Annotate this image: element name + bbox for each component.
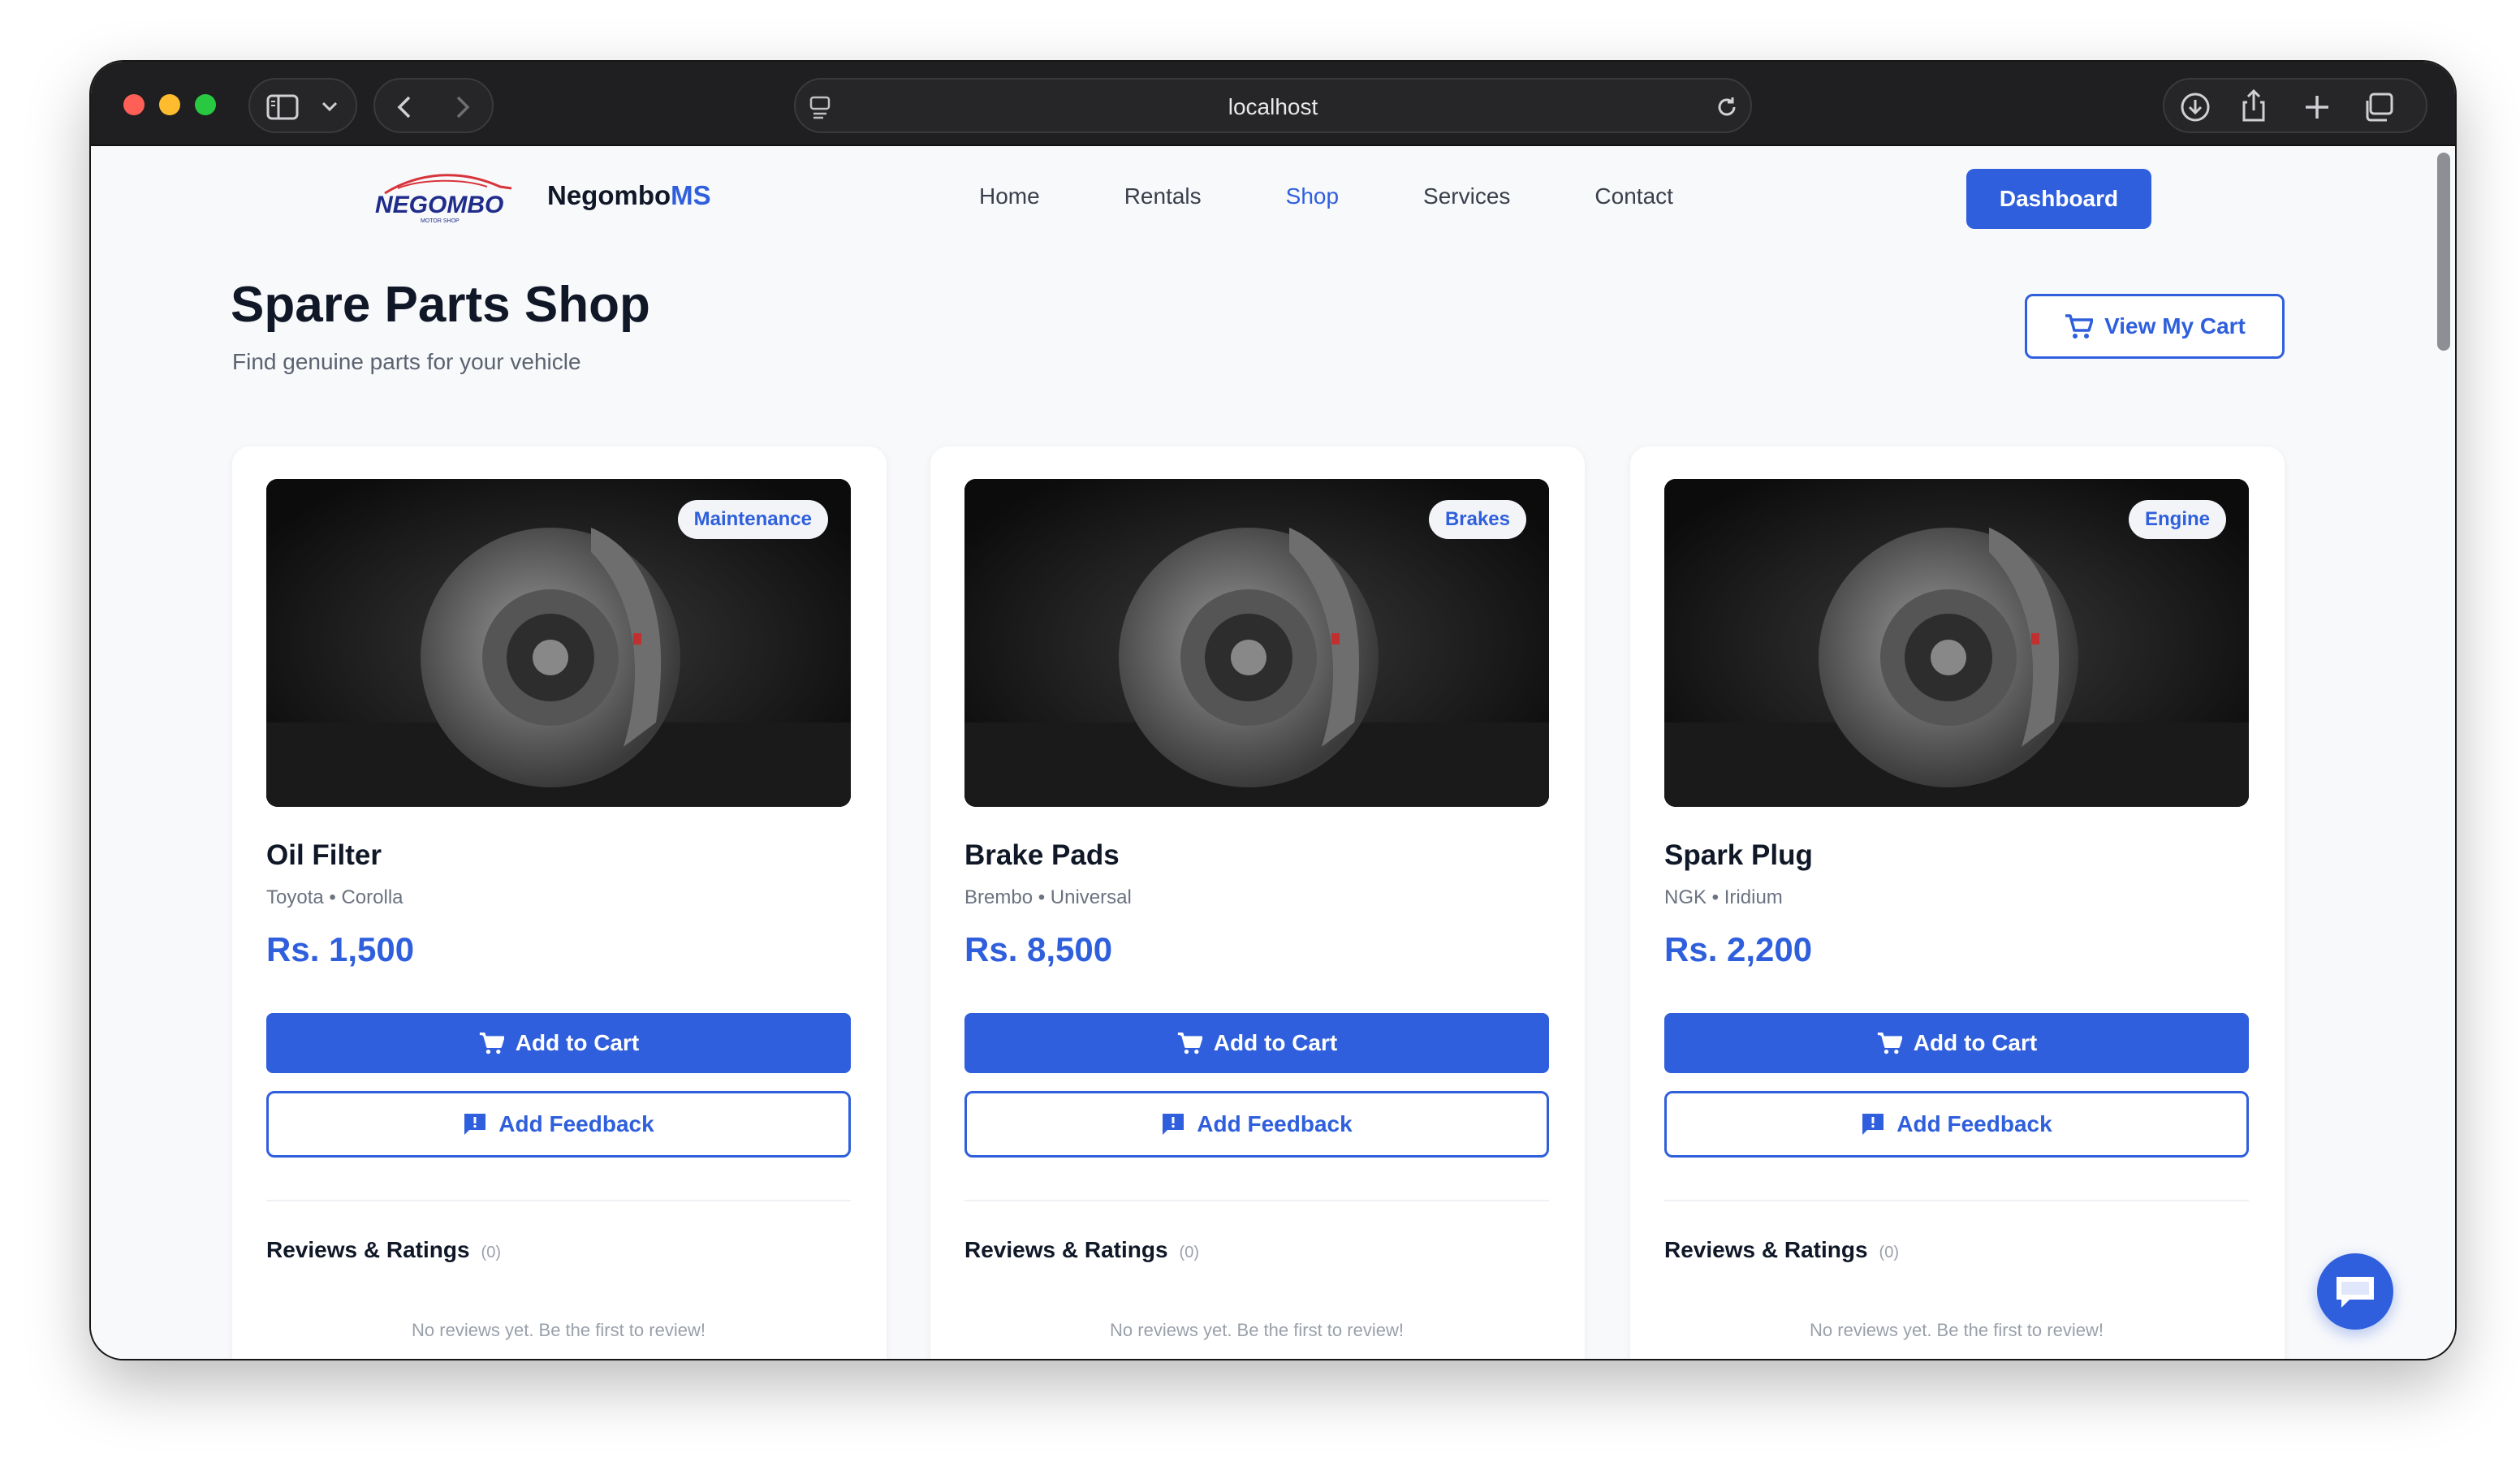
card-divider	[1664, 1200, 2249, 1201]
cart-icon	[2065, 314, 2094, 338]
address-bar[interactable]: localhost	[794, 78, 1752, 133]
reviews-title: Reviews & Ratings	[1664, 1237, 1868, 1262]
brand-name[interactable]: NegomboMS	[547, 180, 711, 211]
add-to-cart-label: Add to Cart	[515, 1030, 640, 1055]
reviews-count: (0)	[481, 1244, 501, 1261]
nav-contact[interactable]: Contact	[1594, 183, 1673, 209]
add-feedback-label: Add Feedback	[498, 1111, 654, 1136]
add-feedback-button[interactable]: Add Feedback	[964, 1091, 1549, 1158]
forward-arrow-icon[interactable]	[451, 94, 474, 120]
product-brand: Toyota	[266, 886, 324, 908]
download-icon[interactable]	[2179, 91, 2211, 123]
view-cart-label: View My Cart	[2104, 313, 2246, 338]
site-header: NEGOMBO MOTOR SHOP NegomboMS Home Rental…	[91, 146, 2455, 247]
cart-icon	[1877, 1032, 1902, 1054]
product-model: Universal	[1050, 886, 1132, 908]
add-to-cart-label: Add to Cart	[1213, 1030, 1338, 1055]
product-name: Brake Pads	[964, 839, 1120, 871]
reviews-heading: Reviews & Ratings (0)	[964, 1237, 1199, 1263]
add-feedback-button[interactable]: Add Feedback	[266, 1091, 851, 1158]
reviews-count: (0)	[1179, 1244, 1199, 1261]
product-card: Maintenance Oil Filter Toyota • Corolla …	[232, 446, 887, 1359]
product-name: Spark Plug	[1664, 839, 1813, 871]
brand-name-accent: MS	[671, 180, 711, 210]
chat-button[interactable]	[2317, 1253, 2393, 1330]
car-logo-icon: NEGOMBO MOTOR SHOP	[375, 174, 512, 224]
history-nav	[373, 78, 494, 133]
view-cart-button[interactable]: View My Cart	[2025, 294, 2285, 359]
nav-rentals[interactable]: Rentals	[1124, 183, 1202, 209]
product-model: Corolla	[341, 886, 403, 908]
reviews-count: (0)	[1879, 1244, 1899, 1261]
dashboard-button[interactable]: Dashboard	[1966, 169, 2151, 229]
svg-text:MOTOR SHOP: MOTOR SHOP	[421, 218, 460, 224]
page-title: Spare Parts Shop	[231, 277, 650, 333]
add-to-cart-button[interactable]: Add to Cart	[266, 1013, 851, 1073]
browser-toolbar: localhost	[91, 62, 2455, 146]
tab-overview-icon[interactable]	[2362, 91, 2395, 123]
product-image[interactable]: Engine	[1664, 479, 2249, 807]
reviews-title: Reviews & Ratings	[964, 1237, 1168, 1262]
back-arrow-icon[interactable]	[393, 94, 416, 120]
brand-logo[interactable]: NEGOMBO MOTOR SHOP	[373, 169, 520, 224]
add-to-cart-button[interactable]: Add to Cart	[1664, 1013, 2249, 1073]
page-subtitle: Find genuine parts for your vehicle	[232, 349, 581, 374]
no-reviews-message: No reviews yet. Be the first to review!	[1810, 1320, 2104, 1340]
product-model: Iridium	[1724, 886, 1783, 908]
svg-text:NEGOMBO: NEGOMBO	[375, 192, 503, 218]
browser-window: localhost NEGOMBO MOTOR SHOP NegomboMS H…	[91, 62, 2455, 1359]
product-brand: Brembo	[964, 886, 1033, 908]
nav-services[interactable]: Services	[1423, 183, 1510, 209]
add-feedback-label: Add Feedback	[1197, 1111, 1353, 1136]
card-divider	[266, 1200, 851, 1201]
browser-actions	[2163, 78, 2427, 133]
brand-name-main: Negombo	[547, 180, 671, 210]
product-name: Oil Filter	[266, 839, 382, 871]
add-to-cart-button[interactable]: Add to Cart	[964, 1013, 1549, 1073]
zoom-window-button[interactable]	[195, 94, 216, 115]
category-badge: Engine	[2128, 500, 2226, 539]
product-meta: Toyota • Corolla	[266, 886, 403, 908]
feedback-icon	[1862, 1114, 1884, 1135]
product-card: Engine Spark Plug NGK • Iridium Rs. 2,20…	[1630, 446, 2285, 1359]
no-reviews-message: No reviews yet. Be the first to review!	[412, 1320, 706, 1340]
sidebar-toggle-button[interactable]	[248, 78, 357, 133]
category-badge: Maintenance	[677, 500, 828, 539]
reviews-heading: Reviews & Ratings (0)	[1664, 1237, 1899, 1263]
cart-icon	[479, 1032, 504, 1054]
nav-shop[interactable]: Shop	[1286, 183, 1339, 209]
category-badge: Brakes	[1428, 500, 1526, 539]
card-divider	[964, 1200, 1549, 1201]
add-feedback-label: Add Feedback	[1896, 1111, 2052, 1136]
share-icon[interactable]	[2239, 88, 2268, 123]
chevron-down-icon	[321, 101, 338, 112]
url-text: localhost	[1228, 94, 1318, 119]
product-image[interactable]: Brakes	[964, 479, 1549, 807]
page-viewport: NEGOMBO MOTOR SHOP NegomboMS Home Rental…	[91, 146, 2455, 1359]
close-window-button[interactable]	[123, 94, 145, 115]
add-feedback-button[interactable]: Add Feedback	[1664, 1091, 2249, 1158]
nav-home[interactable]: Home	[979, 183, 1040, 209]
product-meta: Brembo • Universal	[964, 886, 1132, 908]
no-reviews-message: No reviews yet. Be the first to review!	[1110, 1320, 1404, 1340]
minimize-window-button[interactable]	[159, 94, 180, 115]
product-image[interactable]: Maintenance	[266, 479, 851, 807]
product-price: Rs. 8,500	[964, 930, 1113, 968]
reviews-title: Reviews & Ratings	[266, 1237, 470, 1262]
product-price: Rs. 2,200	[1664, 930, 1813, 968]
product-card: Brakes Brake Pads Brembo • Universal Rs.…	[930, 446, 1585, 1359]
reload-icon[interactable]	[1715, 94, 1739, 120]
main-nav: Home Rentals Shop Services Contact	[979, 183, 1758, 209]
feedback-icon	[1163, 1114, 1184, 1135]
reviews-heading: Reviews & Ratings (0)	[266, 1237, 501, 1263]
new-tab-icon[interactable]	[2302, 91, 2332, 123]
feedback-icon	[464, 1114, 486, 1135]
product-meta: NGK • Iridium	[1664, 886, 1783, 908]
chat-icon	[2337, 1277, 2374, 1308]
sidebar-icon	[266, 94, 299, 120]
cart-icon	[1177, 1032, 1202, 1054]
product-price: Rs. 1,500	[266, 930, 415, 968]
product-brand: NGK	[1664, 886, 1707, 908]
add-to-cart-label: Add to Cart	[1913, 1030, 2038, 1055]
